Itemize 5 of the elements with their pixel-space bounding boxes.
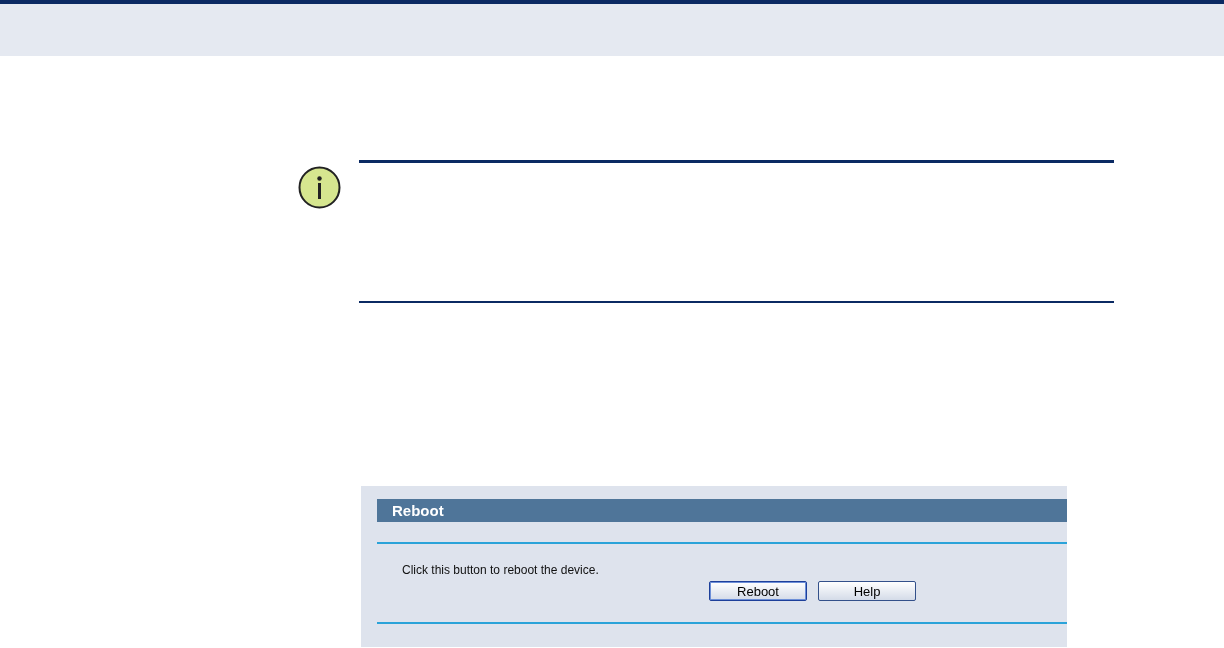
- help-button[interactable]: Help: [818, 581, 916, 601]
- reboot-button[interactable]: Reboot: [709, 581, 807, 601]
- panel-title: Reboot: [377, 499, 1067, 522]
- info-icon: [298, 166, 341, 209]
- description-text: Click this button to reboot the device.: [402, 563, 600, 577]
